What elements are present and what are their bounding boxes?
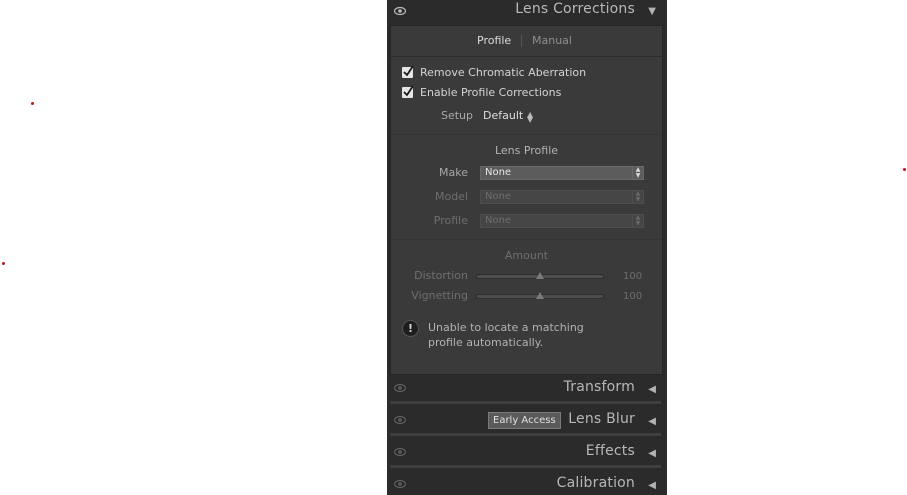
lens-profile-heading: Lens Profile — [494, 144, 559, 157]
vignetting-label: Vignetting — [411, 289, 468, 302]
make-select-value: None — [485, 167, 512, 178]
eye-icon[interactable] — [394, 446, 406, 458]
enable-profile-label: Enable Profile Corrections — [420, 86, 562, 99]
distortion-label: Distortion — [414, 269, 468, 282]
marker-dot — [31, 102, 34, 105]
lens-blur-header[interactable]: Early Access Lens Blur ◀ — [387, 408, 667, 436]
model-label: Model — [434, 190, 468, 203]
eye-icon[interactable] — [394, 5, 406, 17]
model-select[interactable]: None ▲ ▼ — [480, 190, 644, 204]
transform-header[interactable]: Transform ◀ — [387, 376, 667, 404]
chevron-down-icon[interactable]: ▼ — [648, 6, 656, 17]
enable-profile-checkbox[interactable] — [402, 85, 414, 98]
chevron-left-icon[interactable]: ◀ — [648, 384, 656, 395]
effects-header[interactable]: Effects ◀ — [387, 440, 667, 468]
tab-separator — [521, 35, 522, 47]
vignetting-slider-thumb[interactable] — [536, 292, 544, 299]
eye-icon[interactable] — [394, 414, 406, 426]
profile-select-value: None — [485, 215, 512, 226]
warning-icon: ! — [402, 320, 419, 337]
panel-title: Calibration — [556, 475, 635, 491]
calibration-header[interactable]: Calibration ◀ — [387, 472, 667, 495]
model-select-value: None — [485, 191, 512, 202]
make-select[interactable]: None ▲ ▼ — [480, 166, 644, 180]
eye-icon[interactable] — [394, 382, 406, 394]
early-access-badge[interactable]: Early Access — [488, 412, 561, 429]
tab-profile[interactable]: Profile — [477, 34, 511, 47]
chevron-left-icon[interactable]: ◀ — [648, 480, 656, 491]
section-divider — [391, 239, 662, 240]
setup-stepper-icon[interactable]: ▲ ▼ — [527, 111, 533, 124]
panel-title: Transform — [563, 379, 635, 395]
panel-divider — [390, 401, 661, 404]
panel-title: Lens Corrections — [515, 1, 635, 17]
setup-label: Setup — [440, 109, 473, 122]
distortion-value[interactable]: 100 — [623, 271, 642, 282]
lens-corrections-header[interactable]: Lens Corrections ▼ — [387, 0, 667, 24]
section-divider — [391, 134, 662, 135]
chevron-left-icon[interactable]: ◀ — [648, 416, 656, 427]
profile-label: Profile — [433, 214, 468, 227]
chevron-updown-icon: ▲ ▼ — [632, 215, 643, 227]
vignetting-value[interactable]: 100 — [623, 291, 642, 302]
marker-dot — [2, 262, 5, 265]
marker-dot — [903, 168, 906, 171]
amount-heading: Amount — [504, 249, 549, 262]
panel-title: Effects — [585, 443, 635, 459]
make-label: Make — [439, 166, 468, 179]
lens-corrections-tabs: Profile Manual — [391, 26, 662, 57]
eye-icon[interactable] — [394, 478, 406, 490]
warning-message: Unable to locate a matching profile auto… — [428, 321, 584, 349]
panel-title: Lens Blur — [568, 411, 635, 427]
setup-value[interactable]: Default — [483, 109, 523, 122]
remove-ca-checkbox[interactable] — [402, 65, 414, 78]
develop-right-panel: Lens Corrections ▼ Profile Manual Remove… — [387, 0, 667, 495]
chevron-left-icon[interactable]: ◀ — [648, 448, 656, 459]
chevron-updown-icon: ▲ ▼ — [632, 191, 643, 203]
remove-ca-label: Remove Chromatic Aberration — [420, 66, 587, 79]
chevron-updown-icon: ▲ ▼ — [632, 167, 643, 179]
tab-manual[interactable]: Manual — [532, 34, 572, 47]
panel-divider — [390, 465, 661, 468]
distortion-slider-thumb[interactable] — [536, 272, 544, 279]
checkmark-icon — [403, 85, 414, 97]
panel-divider — [390, 433, 661, 436]
checkmark-icon — [403, 65, 414, 77]
lens-corrections-content: Profile Manual Remove Chromatic Aberrati… — [390, 25, 663, 375]
profile-select[interactable]: None ▲ ▼ — [480, 214, 644, 228]
